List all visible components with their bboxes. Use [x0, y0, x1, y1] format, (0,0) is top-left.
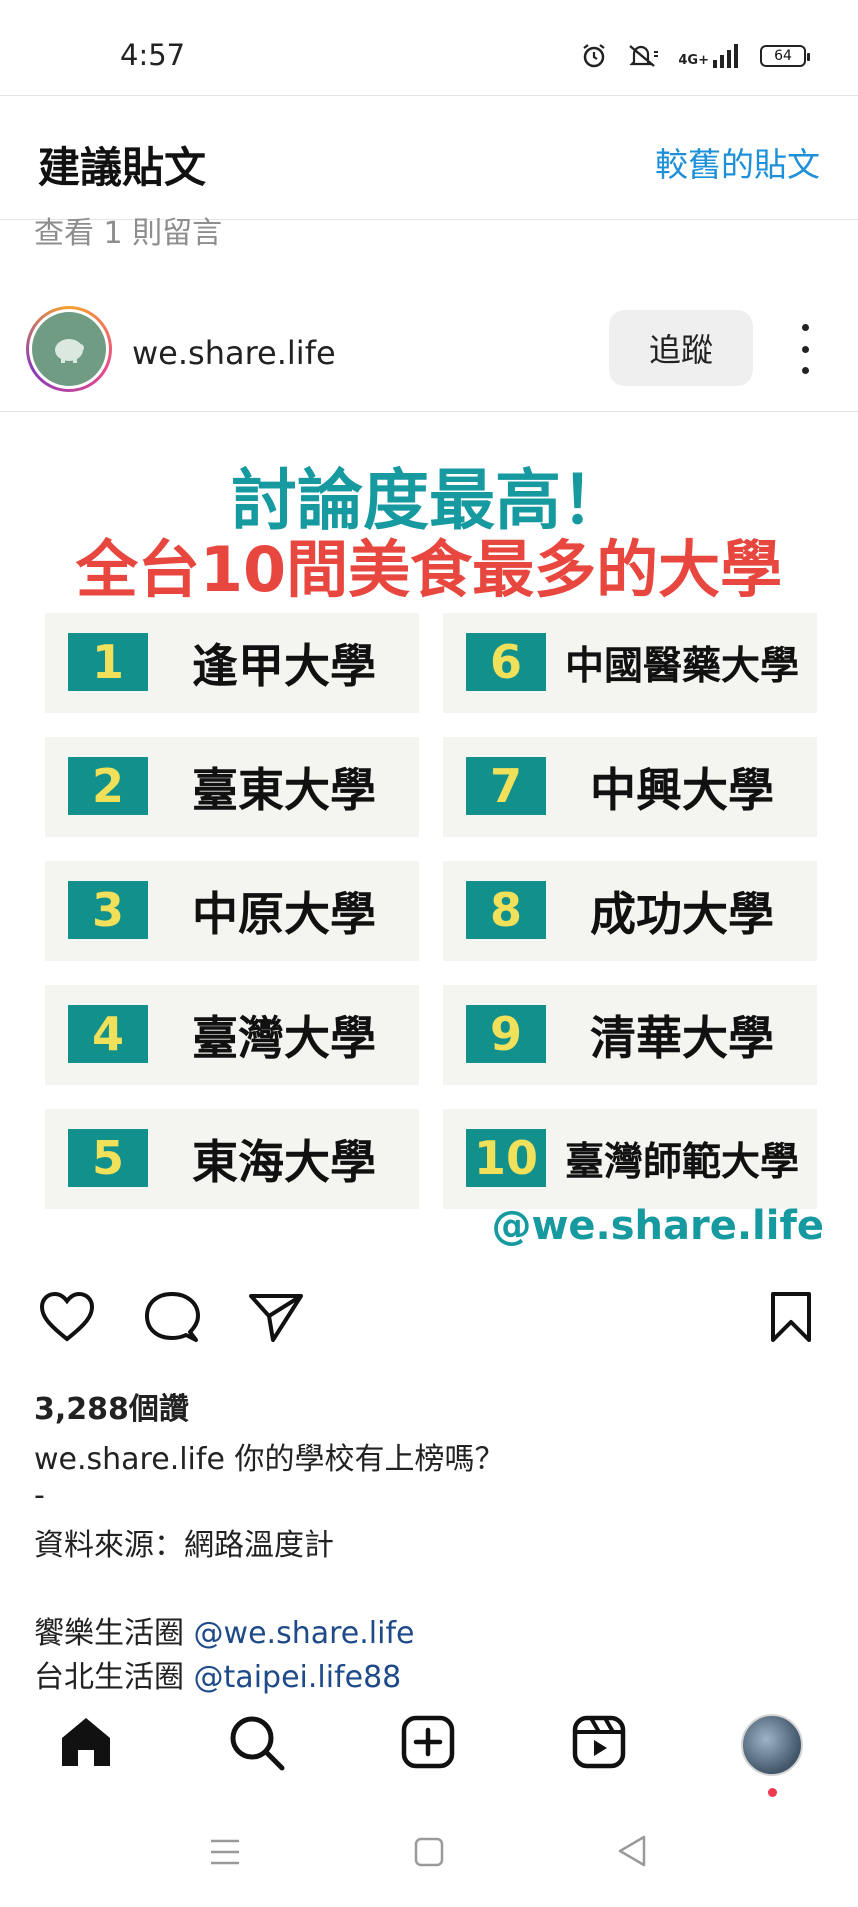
image-watermark: @we.share.life — [491, 1203, 824, 1249]
comment-icon[interactable] — [143, 1290, 201, 1346]
rank-number: 8 — [466, 881, 546, 939]
university-name: 中原大學 — [192, 887, 376, 941]
caption-line-5: 台北生活圈 @taipei.life88 — [34, 1652, 401, 1696]
image-title-line2: 全台10間美食最多的大學 — [75, 533, 783, 606]
piggy-logo-icon — [32, 312, 106, 386]
bottom-navigation — [0, 1700, 858, 1797]
rank-card: 9 清華大學 — [443, 985, 817, 1085]
caption-username[interactable]: we.share.life — [34, 1442, 225, 1477]
network-type: 4G+ — [678, 53, 709, 68]
mention-link[interactable]: @taipei.life88 — [194, 1660, 402, 1695]
university-name: 臺灣大學 — [192, 1011, 376, 1065]
post-username[interactable]: we.share.life — [132, 334, 336, 372]
mention-link[interactable]: @we.share.life — [194, 1616, 415, 1651]
more-options-icon[interactable] — [795, 324, 815, 374]
rank-number: 3 — [68, 881, 148, 939]
search-icon[interactable] — [228, 1714, 286, 1772]
reels-icon[interactable] — [571, 1714, 627, 1770]
rank-number: 4 — [68, 1005, 148, 1063]
status-icons: 4G+ 64 — [580, 42, 810, 70]
signal-icon: 4G+ — [678, 44, 742, 68]
rank-card: 7 中興大學 — [443, 737, 817, 837]
post-actions — [0, 1290, 858, 1360]
home-square-icon[interactable] — [414, 1836, 444, 1868]
rank-card: 1 逢甲大學 — [45, 613, 419, 713]
rank-number: 5 — [68, 1129, 148, 1187]
caption-text: 你的學校有上榜嗎？ — [234, 1442, 505, 1477]
profile-avatar[interactable] — [741, 1714, 803, 1776]
battery-icon: 64 — [760, 45, 810, 67]
rank-number: 1 — [68, 633, 148, 691]
university-name: 成功大學 — [590, 887, 774, 941]
caption-first-line: we.share.life 你的學校有上榜嗎？ — [34, 1434, 504, 1478]
page-title: 建議貼文 — [38, 143, 207, 192]
notification-dot — [768, 1788, 777, 1797]
suggested-posts-header: 建議貼文 較舊的貼文 — [0, 95, 858, 220]
university-name: 中興大學 — [590, 763, 774, 817]
caption-dash: - — [34, 1478, 45, 1513]
rank-card: 5 東海大學 — [45, 1109, 419, 1209]
rank-number: 10 — [466, 1129, 546, 1187]
caption-line-4: 饗樂生活圈 @we.share.life — [34, 1608, 414, 1652]
rank-card: 3 中原大學 — [45, 861, 419, 961]
plus-square-icon[interactable] — [400, 1714, 456, 1770]
alarm-icon — [583, 44, 606, 68]
rank-number: 2 — [68, 757, 148, 815]
university-name: 逢甲大學 — [192, 639, 376, 693]
university-name: 東海大學 — [192, 1135, 376, 1189]
rank-number: 6 — [466, 633, 546, 691]
view-comments-link[interactable]: 查看 1 則留言 — [34, 208, 222, 252]
university-name: 臺東大學 — [192, 763, 376, 817]
university-name: 臺灣師範大學 — [564, 1140, 799, 1185]
post-image[interactable]: 討論度最高！ 全台10間美食最多的大學 1 逢甲大學 2 臺東大學 3 中原大學… — [0, 413, 858, 1260]
rank-card: 8 成功大學 — [443, 861, 817, 961]
status-bar: 4:57 4G+ 64 — [0, 0, 858, 95]
home-icon[interactable] — [58, 1714, 114, 1770]
post-header: we.share.life 追蹤 — [0, 300, 858, 412]
heart-icon[interactable] — [38, 1290, 96, 1344]
send-icon[interactable] — [247, 1290, 305, 1344]
rank-number: 7 — [466, 757, 546, 815]
university-name: 中國醫藥大學 — [564, 644, 799, 689]
rank-card: 6 中國醫藥大學 — [443, 613, 817, 713]
menu-icon[interactable] — [209, 1836, 241, 1868]
mute-icon — [629, 45, 659, 67]
caption-source: 資料來源：網路溫度計 — [34, 1528, 334, 1563]
rank-card: 4 臺灣大學 — [45, 985, 419, 1085]
post-avatar[interactable] — [26, 306, 112, 392]
caption-label: 台北生活圈 — [34, 1660, 184, 1695]
like-count[interactable]: 3,288個讚 — [34, 1384, 189, 1428]
status-time: 4:57 — [120, 38, 186, 72]
caption-label: 饗樂生活圈 — [34, 1616, 184, 1651]
back-icon[interactable] — [616, 1834, 648, 1868]
older-posts-link[interactable]: 較舊的貼文 — [655, 138, 820, 186]
rank-card: 2 臺東大學 — [45, 737, 419, 837]
system-navigation — [0, 1810, 858, 1907]
rank-number: 9 — [466, 1005, 546, 1063]
follow-button[interactable]: 追蹤 — [609, 310, 753, 386]
rank-card: 10 臺灣師範大學 — [443, 1109, 817, 1209]
bookmark-icon[interactable] — [768, 1290, 814, 1344]
university-name: 清華大學 — [590, 1011, 774, 1065]
